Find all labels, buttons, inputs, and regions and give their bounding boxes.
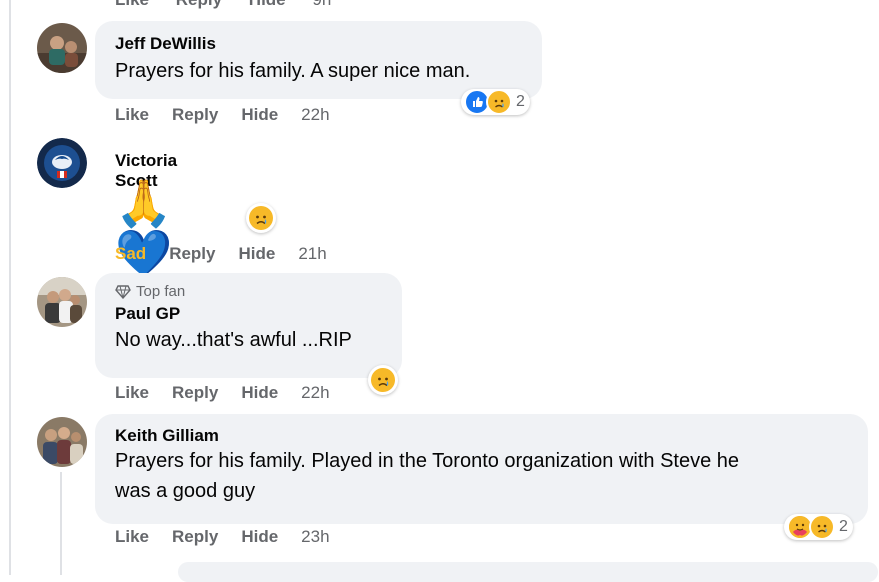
diamond-icon — [115, 284, 131, 299]
comment-text-line-1: Prayers for his family. Played in the To… — [115, 450, 740, 472]
avatar[interactable] — [37, 277, 87, 327]
reply-button[interactable]: Reply — [172, 105, 218, 125]
like-button[interactable]: Like — [115, 527, 149, 547]
comment-bubble: Top fan Paul GP No way...that's awful ..… — [95, 273, 402, 378]
hide-button[interactable]: Hide — [241, 105, 278, 125]
commenter-name[interactable]: Keith Gilliam — [115, 426, 848, 446]
reply-button[interactable]: Reply — [172, 383, 218, 403]
comment-text: No way...that's awful ...RIP — [115, 329, 352, 351]
like-button[interactable]: Like — [115, 383, 149, 403]
hide-button[interactable]: Hide — [249, 0, 286, 9]
commenter-name[interactable]: Paul GP — [115, 304, 382, 324]
reaction-count: 2 — [839, 518, 848, 535]
sad-reaction-badge[interactable] — [246, 203, 276, 233]
sad-reaction-badge[interactable] — [368, 365, 398, 395]
comment-actions: Like Reply Hide 22h — [115, 105, 330, 125]
reaction-summary[interactable]: 2 — [784, 514, 853, 540]
previous-comment-actions: Like Reply Hide 9h — [115, 0, 353, 10]
sad-icon — [809, 514, 835, 540]
avatar[interactable] — [37, 138, 87, 188]
comment-text-line-2: was a good guy — [115, 480, 256, 502]
hide-button[interactable]: Hide — [241, 527, 278, 547]
timestamp[interactable]: 22h — [301, 105, 329, 125]
avatar[interactable] — [37, 417, 87, 467]
hide-button[interactable]: Hide — [241, 383, 278, 403]
reaction-count: 2 — [516, 93, 525, 110]
timestamp[interactable]: 21h — [298, 244, 326, 264]
reply-thread-line — [60, 472, 62, 575]
timestamp[interactable]: 9h — [312, 0, 331, 9]
timestamp[interactable]: 23h — [301, 527, 329, 547]
comment-actions: Like Reply Hide 22h — [115, 383, 330, 403]
reaction-summary[interactable]: 2 — [461, 89, 530, 115]
top-fan-label: Top fan — [136, 283, 186, 300]
hide-button[interactable]: Hide — [238, 244, 275, 264]
like-button[interactable]: Like — [115, 105, 149, 125]
reply-button[interactable]: Reply — [169, 244, 215, 264]
sad-icon — [486, 89, 512, 115]
reply-button[interactable]: Reply — [172, 527, 218, 547]
comment-actions: Sad Reply Hide 21h — [115, 244, 327, 264]
comment-bubble: Keith Gilliam Prayers for his family. Pl… — [95, 414, 868, 524]
reply-button[interactable]: Reply — [176, 0, 222, 9]
commenter-name[interactable]: Jeff DeWillis — [115, 34, 522, 54]
comment-actions: Like Reply Hide 23h — [115, 527, 330, 547]
sad-icon — [371, 368, 395, 392]
timestamp[interactable]: 22h — [301, 383, 329, 403]
sad-icon — [249, 206, 273, 230]
sad-reaction-button[interactable]: Sad — [115, 244, 146, 264]
avatar[interactable] — [37, 23, 87, 73]
comment-bubble: Jeff DeWillis Prayers for his family. A … — [95, 21, 542, 99]
thread-line — [9, 0, 11, 575]
next-reply-bubble — [178, 562, 878, 582]
like-button[interactable]: Like — [115, 0, 149, 9]
top-fan-badge: Top fan — [115, 283, 382, 300]
comment-text: Prayers for his family. A super nice man… — [115, 60, 471, 82]
